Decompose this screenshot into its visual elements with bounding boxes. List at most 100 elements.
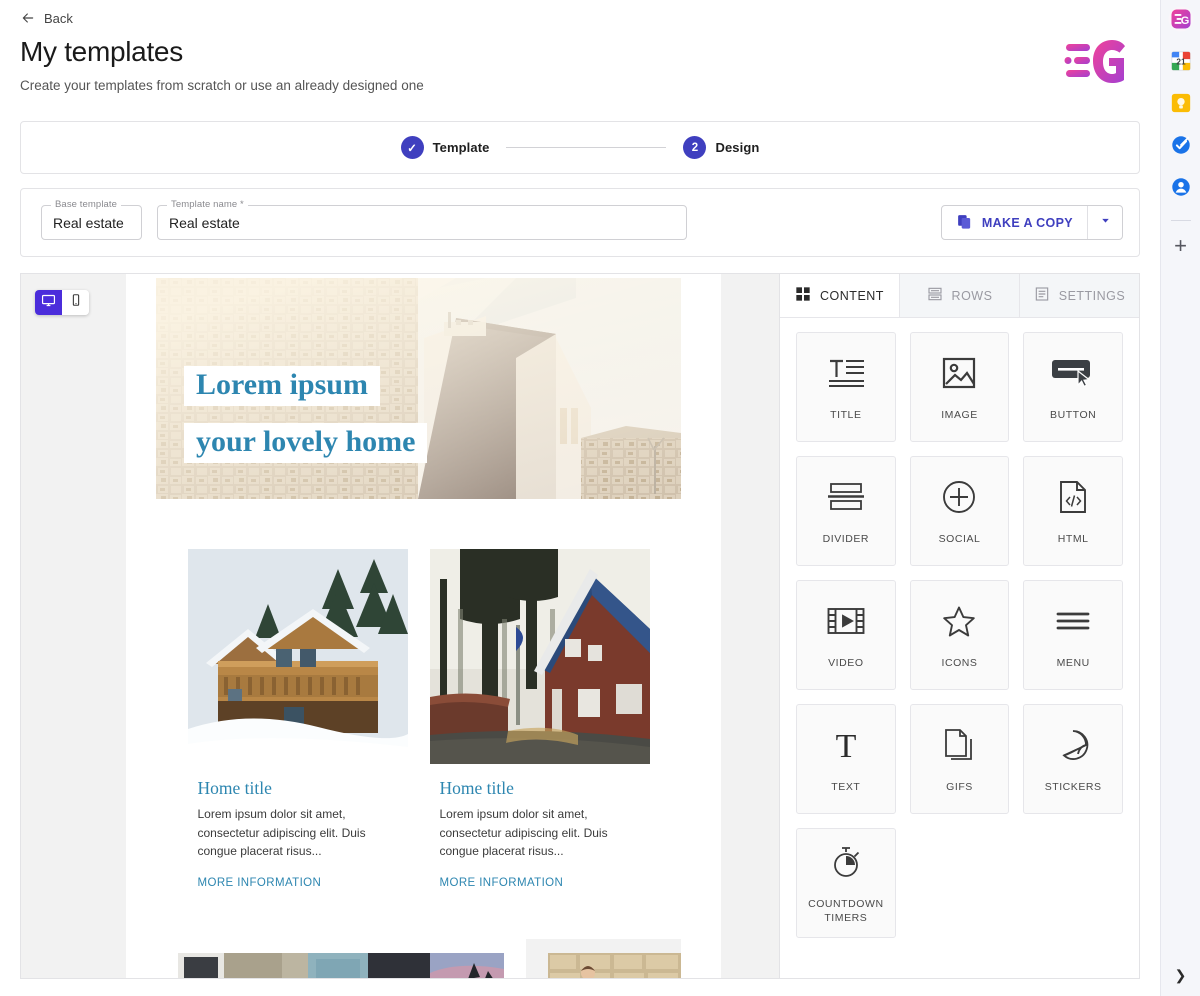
bottom-column-1[interactable] — [156, 938, 504, 978]
make-a-copy-button[interactable]: MAKE A COPY — [942, 206, 1087, 239]
base-template-input[interactable] — [53, 214, 130, 231]
base-template-field[interactable]: Base template — [41, 199, 142, 240]
button-icon — [1051, 352, 1095, 394]
bottom-column-2[interactable] — [526, 938, 681, 978]
main-column: Back My templates Create your templates … — [0, 0, 1160, 996]
gifs-page-icon — [944, 724, 974, 766]
add-app-button[interactable]: + — [1174, 235, 1187, 257]
tile-html[interactable]: HTML — [1023, 456, 1123, 566]
rows-icon — [927, 286, 943, 305]
app-root: Back My templates Create your templates … — [0, 0, 1200, 996]
template-name-field[interactable]: Template name * — [157, 199, 687, 240]
step-template[interactable]: ✓ Template — [400, 136, 490, 159]
brand-logo-g — [1062, 36, 1128, 88]
contacts-app-icon[interactable] — [1168, 174, 1194, 200]
chevron-down-icon — [1099, 214, 1112, 232]
two-column-block[interactable]: Home title Lorem ipsum dolor sit amet, c… — [156, 529, 681, 911]
email-body: Lorem ipsum your lovely home Home title … — [126, 274, 721, 978]
social-plus-icon — [942, 476, 976, 518]
bottom-block[interactable] — [156, 938, 681, 978]
tile-image-label: IMAGE — [941, 408, 978, 421]
svg-text:T: T — [835, 728, 856, 762]
tile-image[interactable]: IMAGE — [909, 332, 1010, 442]
step-design-label: Design — [715, 140, 760, 155]
device-mobile-button[interactable] — [62, 290, 89, 315]
content-tiles: TITLE IMAGE BUTTON DIVIDER SOCIAL HTML V… — [780, 318, 1139, 952]
template-name-input[interactable] — [169, 214, 675, 231]
tab-settings[interactable]: SETTINGS — [1020, 274, 1139, 317]
column-2-title: Home title — [439, 778, 514, 798]
rail-divider — [1170, 220, 1191, 221]
tile-menu[interactable]: MENU — [1023, 580, 1123, 690]
hero-line-2: your lovely home — [184, 423, 428, 463]
brand-app-icon[interactable]: G — [1168, 6, 1194, 32]
column-2-body: Lorem ipsum dolor sit amet, consectetur … — [439, 807, 608, 859]
tile-icons[interactable]: ICONS — [909, 580, 1010, 690]
back-button[interactable]: Back — [20, 10, 1140, 26]
column-1-title: Home title — [197, 778, 272, 798]
tab-settings-label: SETTINGS — [1058, 288, 1126, 303]
template-name-legend: Template name * — [167, 199, 248, 210]
hero-line-1: Lorem ipsum — [184, 366, 380, 406]
back-label: Back — [44, 10, 73, 26]
column-1-body: Lorem ipsum dolor sit amet, consectetur … — [197, 807, 366, 859]
step-template-label: Template — [432, 140, 490, 155]
tab-content[interactable]: CONTENT — [780, 274, 900, 317]
stopwatch-icon — [829, 841, 863, 883]
arrow-left-icon — [20, 10, 36, 26]
make-a-copy-dropdown[interactable] — [1087, 206, 1122, 239]
menu-icon — [1056, 600, 1090, 642]
snowy-chalet-photo — [187, 549, 408, 764]
star-icon — [942, 600, 976, 642]
tile-video[interactable]: VIDEO — [796, 580, 896, 690]
make-a-copy-label: MAKE A COPY — [981, 215, 1073, 230]
panel-tabs: CONTENT ROWS SETTINGS — [780, 274, 1139, 318]
tile-social[interactable]: SOCIAL — [909, 456, 1010, 566]
tile-stickers-label: STICKERS — [1044, 780, 1102, 793]
tile-divider[interactable]: DIVIDER — [796, 456, 896, 566]
column-card-2[interactable]: Home title Lorem ipsum dolor sit amet, c… — [429, 549, 650, 889]
mobile-icon — [69, 293, 83, 312]
tile-title[interactable]: TITLE — [796, 332, 896, 442]
tasks-app-icon[interactable] — [1168, 132, 1194, 158]
title-icon — [826, 352, 866, 394]
step-design-bullet: 2 — [683, 136, 707, 159]
content-panel: CONTENT ROWS SETTINGS TITLE IMAGE BUTTON… — [779, 274, 1139, 978]
page-title: My templates — [20, 36, 183, 67]
device-toggle — [35, 290, 89, 315]
settings-list-icon — [1034, 286, 1050, 305]
device-desktop-button[interactable] — [35, 290, 62, 315]
tile-video-label: VIDEO — [828, 656, 864, 669]
stepper-connector — [506, 147, 667, 148]
tile-html-label: HTML — [1057, 532, 1089, 545]
keep-app-icon[interactable] — [1168, 90, 1194, 116]
column-1-link[interactable]: MORE INFORMATION — [198, 877, 408, 889]
column-card-1[interactable]: Home title Lorem ipsum dolor sit amet, c… — [187, 549, 408, 889]
sticker-icon — [1056, 724, 1090, 766]
tile-button-label: BUTTON — [1050, 408, 1097, 421]
tile-countdown-timers[interactable]: COUNTDOWN TIMERS — [796, 828, 896, 938]
html-code-icon — [1058, 476, 1088, 518]
tile-icons-label: ICONS — [941, 656, 978, 669]
tile-social-label: SOCIAL — [938, 532, 981, 545]
tile-text[interactable]: T TEXT — [796, 704, 896, 814]
tile-button[interactable]: BUTTON — [1023, 332, 1123, 442]
tile-divider-label: DIVIDER — [822, 532, 870, 545]
tab-rows[interactable]: ROWS — [900, 274, 1020, 317]
video-icon — [827, 600, 865, 642]
tile-gifs[interactable]: GIFS — [909, 704, 1010, 814]
column-2-link[interactable]: MORE INFORMATION — [440, 877, 650, 889]
tab-content-label: CONTENT — [820, 288, 884, 303]
tile-menu-label: MENU — [1056, 656, 1090, 669]
wizard-stepper: ✓ Template 2 Design — [20, 121, 1140, 174]
side-apps-rail: G 21 + ❯ — [1160, 0, 1200, 996]
step-template-bullet: ✓ — [400, 136, 424, 159]
tile-countdown-label: COUNTDOWN TIMERS — [808, 897, 884, 924]
expand-rail-button[interactable]: ❯ — [1175, 967, 1187, 984]
tile-stickers[interactable]: STICKERS — [1023, 704, 1123, 814]
calendar-app-icon[interactable]: 21 — [1168, 48, 1194, 74]
hero-block[interactable]: Lorem ipsum your lovely home — [156, 278, 681, 499]
svg-text:21: 21 — [1176, 58, 1186, 67]
editor-area: Lorem ipsum your lovely home Home title … — [20, 273, 1140, 979]
step-design[interactable]: 2 Design — [683, 136, 759, 159]
